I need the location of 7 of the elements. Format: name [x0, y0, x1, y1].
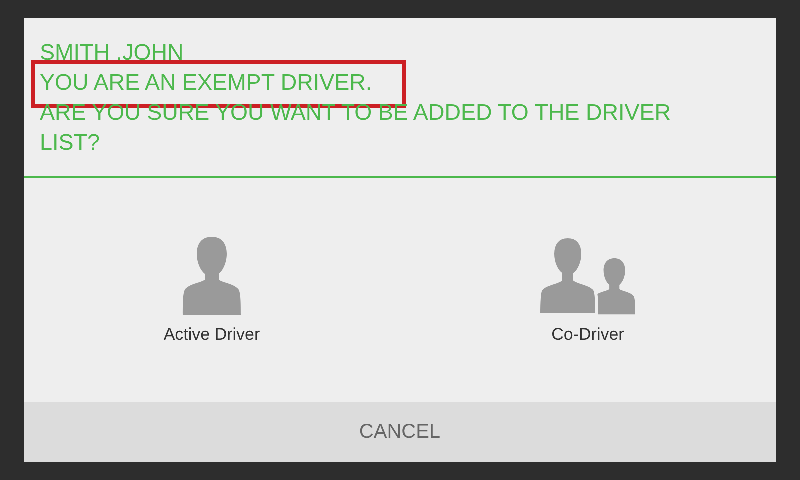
message-text: ARE YOU SURE YOU WANT TO BE ADDED TO THE DRIVER LIST?: [40, 100, 671, 155]
driver-option[interactable]: Active Driver: [24, 178, 400, 402]
person-icon: [182, 235, 242, 317]
driver-option[interactable]: Co-Driver: [400, 178, 776, 402]
message-text: SMITH ,JOHN: [40, 40, 184, 65]
cancel-button[interactable]: CANCEL: [24, 402, 776, 462]
message-text: YOU ARE AN EXEMPT DRIVER.: [40, 70, 372, 95]
